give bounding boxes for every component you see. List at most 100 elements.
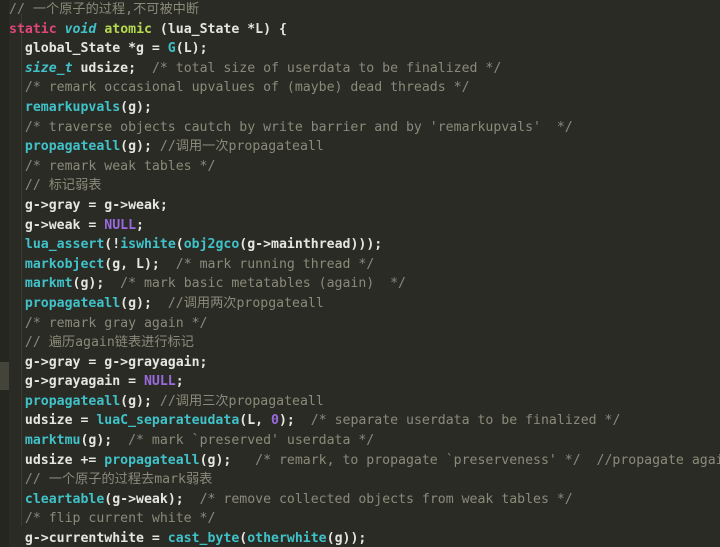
code-token-plain: (L, (239, 413, 272, 429)
code-line[interactable]: udsize = luaC_separateudata(L, 0); /* se… (9, 411, 720, 431)
code-line[interactable]: propagateall(g); //调用一次propagateall (9, 137, 720, 157)
code-token-plain: g->currentwhite = (9, 531, 168, 547)
code-line[interactable]: propagateall(g); //调用三次propagateall (9, 392, 720, 412)
code-token-func: obj2gco (183, 237, 240, 253)
code-token-plain: ( (175, 237, 184, 253)
code-token-plain: ; (136, 217, 144, 233)
code-line[interactable]: cleartable(g->weak); /* remove collected… (9, 490, 720, 510)
code-token-comment: /* mark `preserved' userdata */ (128, 433, 375, 449)
code-line[interactable]: markmt(g); /* mark basic metatables (aga… (9, 274, 720, 294)
code-token-func: propagateall (24, 295, 121, 311)
code-token-comment-cn: //调用三次propagateall (159, 393, 324, 409)
code-line[interactable]: g->weak = NULL; (9, 216, 720, 236)
code-token-comment: // (9, 2, 33, 17)
code-token-comment-cn: // 遍历again链表进行标记 (24, 335, 194, 351)
code-line[interactable]: marktmu(g); /* mark `preserved' userdata… (9, 431, 720, 451)
code-token-comment: /* remark weak tables */ (24, 158, 216, 174)
code-line[interactable]: // 标记弱表 (9, 176, 720, 196)
editor-gutter[interactable] (0, 0, 9, 547)
code-token-number: 0 (271, 413, 279, 429)
code-token-func: propagateall (24, 139, 121, 155)
code-token-comment: /* total size of userdata to be finalize… (151, 60, 502, 76)
code-token-plain: ; (175, 374, 184, 390)
code-token-comment: /* remark gray again */ (24, 315, 208, 331)
gutter-change-marker (0, 362, 9, 390)
code-line[interactable]: g->grayagain = NULL; (9, 372, 720, 392)
code-content[interactable]: // 一个原子的过程,不可被中断 static void atomic (lua_… (9, 0, 720, 547)
code-token-plain: g->gray = g->weak; (9, 197, 168, 213)
code-line[interactable]: propagateall(g); //调用两次propgateall (9, 294, 720, 314)
code-token-comment: /* remark occasional upvalues of (maybe)… (24, 80, 470, 96)
code-token-plain: (L); (175, 41, 208, 57)
code-token-func: marktmu (24, 433, 81, 449)
code-editor[interactable]: // 一个原子的过程,不可被中断 static void atomic (lua_… (0, 0, 720, 547)
code-token-comment: /* mark running thread */ (175, 256, 375, 272)
code-line[interactable]: /* remark gray again */ (9, 314, 720, 334)
code-token-comment: /* remove collected objects from weak ta… (199, 491, 573, 507)
code-token-func: cast_byte (167, 531, 240, 547)
code-token-func: markmt (24, 276, 73, 292)
code-line[interactable]: /* remark occasional upvalues of (maybe)… (9, 78, 720, 98)
code-token-func: cleartable (24, 491, 105, 507)
code-line[interactable]: size_t udsize; /* total size of userdata… (9, 59, 720, 79)
code-token-func: luaC_separateudata (96, 413, 240, 429)
code-token-func: remarkupvals (24, 99, 121, 115)
code-token-type: void (64, 21, 97, 37)
code-token-comment-cn: // 一个原子的过程去mark弱表 (24, 472, 213, 488)
code-token-plain: (g); (72, 276, 121, 292)
code-line[interactable]: remarkupvals(g); (9, 98, 720, 118)
code-token-keyword: static (9, 21, 57, 37)
code-line[interactable]: /* traverse objects cautch by write barr… (9, 118, 720, 138)
code-line[interactable]: static void atomic (lua_State *L) { (9, 20, 720, 40)
code-token-comment-cn: //调用两次propgateall (167, 295, 324, 311)
code-token-plain: (g, L); (104, 256, 176, 272)
code-token-type: size_t (24, 60, 73, 76)
code-token-const: NULL (143, 374, 176, 390)
code-line[interactable]: /* remark weak tables */ (9, 157, 720, 177)
code-token-plain: (g); (80, 433, 129, 449)
code-token-plain: (! (104, 237, 121, 253)
code-token-comment-cn: //调用一次propagateall (159, 139, 324, 155)
code-line[interactable]: // 一个原子的过程,不可被中断 (9, 0, 720, 20)
code-line[interactable]: g->gray = g->grayagain; (9, 353, 720, 373)
code-token-plain: (g); (120, 99, 152, 115)
code-token-func: propagateall (24, 393, 121, 409)
code-token-func: iswhite (120, 237, 176, 253)
code-token-comment: /* flip current white */ (24, 511, 216, 527)
code-token-plain: g->weak = (9, 217, 105, 233)
code-line[interactable]: /* flip current white */ (9, 509, 720, 529)
code-token-const: NULL (104, 217, 137, 233)
code-token-func: G (167, 41, 176, 57)
code-line[interactable]: markobject(g, L); /* mark running thread… (9, 255, 720, 275)
code-line[interactable]: g->gray = g->weak; (9, 196, 720, 216)
code-line[interactable]: global_State *g = G(L); (9, 39, 720, 59)
code-token-plain: (g)); (326, 531, 367, 547)
code-token-comment: /* separate userdata to be finalized */ (310, 413, 621, 429)
code-token-plain: udsize = (9, 413, 97, 429)
code-token-fname: atomic (104, 21, 152, 37)
code-token-plain: ); (278, 413, 311, 429)
code-line[interactable]: udsize += propagateall(g); /* remark, to… (9, 451, 720, 471)
code-line[interactable]: lua_assert(!iswhite(obj2gco(g->mainthrea… (9, 235, 720, 255)
code-token-comment: /* remark, to propagate `preserveness' *… (255, 452, 720, 468)
code-token-comment: /* mark basic metatables (again) */ (120, 276, 406, 292)
code-line[interactable]: g->currentwhite = cast_byte(otherwhite(g… (9, 529, 720, 547)
code-token-plain: (lua_State *L) { (151, 21, 287, 37)
code-token-func: lua_assert (24, 237, 105, 253)
code-line[interactable]: // 遍历again链表进行标记 (9, 333, 720, 353)
code-line[interactable]: // 一个原子的过程去mark弱表 (9, 470, 720, 490)
